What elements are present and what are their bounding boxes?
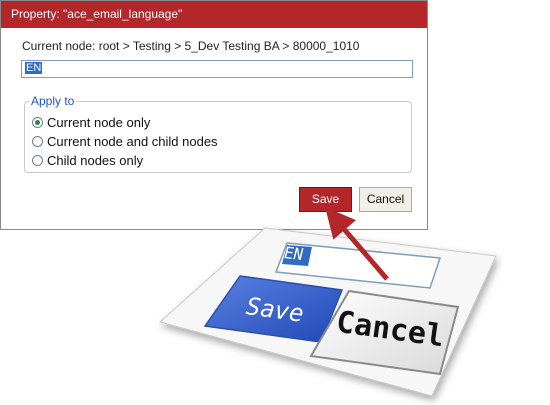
zoom-callout (158, 207, 497, 397)
zoom-input-selection (282, 245, 312, 266)
